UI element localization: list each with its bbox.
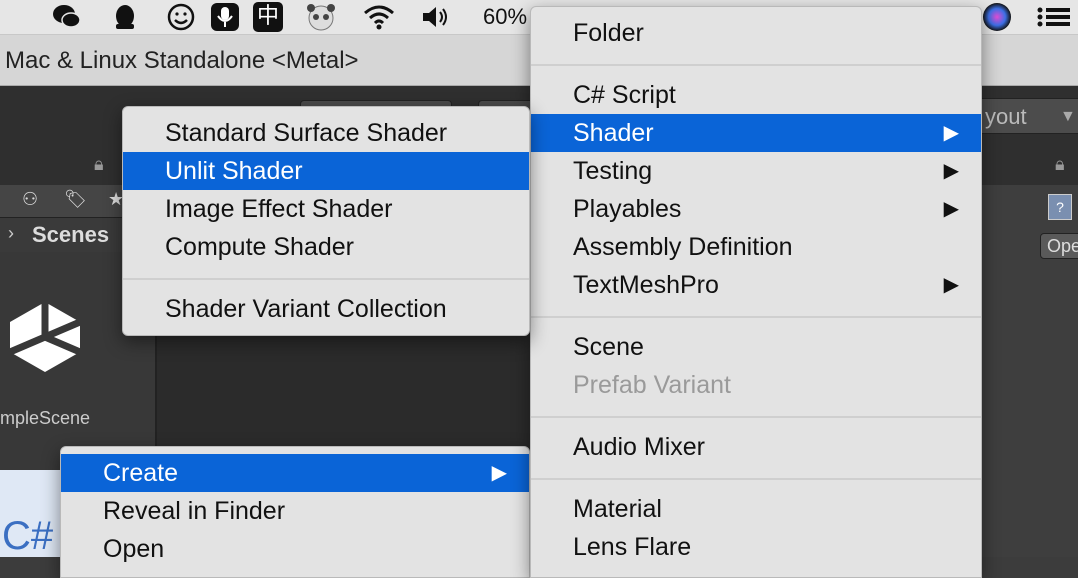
menu-item-shader-variant-collection[interactable]: Shader Variant Collection [123,290,529,328]
menu-item-open[interactable]: Open [61,530,529,568]
menu-item-label: Prefab Variant [573,371,731,399]
volume-icon[interactable] [420,2,450,32]
control-center-icon[interactable] [1036,2,1072,32]
open-button[interactable]: Ope [1040,233,1078,259]
menu-item-label: Testing [573,157,653,185]
help-icon[interactable]: ? [1048,194,1072,220]
submenu-arrow-icon: ▶ [491,462,507,484]
menu-separator [531,316,981,318]
chevron-right-icon: › [8,223,14,243]
menu-item-label: Create [103,459,179,487]
menu-item-audio-mixer[interactable]: Audio Mixer [531,428,981,466]
submenu-arrow-icon: ▶ [943,274,959,296]
battery-percentage: 60% [483,4,528,29]
menu-item-textmeshpro[interactable]: TextMeshPro ▶ [531,266,981,304]
microphone-icon[interactable] [210,2,240,32]
menu-item-shader[interactable]: Shader ▶ [531,114,981,152]
menu-item-prefab-variant: Prefab Variant [531,366,981,404]
submenu-arrow-icon: ▶ [943,198,959,220]
menu-separator [531,64,981,66]
project-context-menu: Create ▶ Reveal in Finder Open [60,446,530,578]
menu-item-label: Unlit Shader [165,157,303,185]
input-method-icon[interactable]: 中 [253,2,283,32]
menu-item-label: Assembly Definition [573,233,793,261]
menu-separator [123,278,529,280]
menu-item-label: Shader Variant Collection [165,295,447,323]
menu-item-reveal-in-finder[interactable]: Reveal in Finder [61,492,529,530]
scene-file-label[interactable]: mpleScene [0,408,90,429]
wechat-icon[interactable] [52,2,82,32]
menu-item-testing[interactable]: Testing ▶ [531,152,981,190]
menu-item-folder[interactable]: Folder [531,14,981,52]
tag-icon[interactable]: 🏷︎ [64,189,87,210]
lock-icon[interactable]: 🔒︎ [94,154,104,175]
menu-item-create[interactable]: Create ▶ [61,454,529,492]
menu-item-playables[interactable]: Playables ▶ [531,190,981,228]
menu-item-label: C# Script [573,81,676,109]
emoji-icon[interactable] [166,2,196,32]
menu-separator [531,416,981,418]
unity-scene-icon[interactable] [0,292,90,382]
menu-item-label: Playables [573,195,682,223]
menu-item-label: Material [573,495,662,523]
qq-icon[interactable] [110,2,140,32]
menu-item-label: Scene [573,333,644,361]
menu-item-label: Lens Flare [573,533,692,561]
menu-item-scene[interactable]: Scene [531,328,981,366]
menu-item-lens-flare[interactable]: Lens Flare [531,528,981,566]
wifi-icon[interactable] [362,2,396,32]
menu-item-image-effect-shader[interactable]: Image Effect Shader [123,190,529,228]
menu-item-label: Audio Mixer [573,433,705,461]
menu-item-label: Folder [573,19,644,47]
menu-item-label: Shader [573,119,654,147]
menu-item-material[interactable]: Material [531,490,981,528]
chevron-down-icon: ▼ [1060,108,1076,125]
menu-item-csharp-script[interactable]: C# Script [531,76,981,114]
menu-item-label: Standard Surface Shader [165,119,448,147]
csharp-file-icon[interactable]: C# [0,470,62,558]
menu-item-assembly-definition[interactable]: Assembly Definition [531,228,981,266]
menu-item-label: TextMeshPro [573,271,719,299]
menu-item-label: Image Effect Shader [165,195,393,223]
siri-icon[interactable] [982,2,1012,32]
shader-submenu: Standard Surface Shader Unlit Shader Ima… [122,106,530,336]
submenu-arrow-icon: ▶ [943,160,959,182]
create-submenu: Folder C# Script Shader ▶ Testing ▶ Play… [530,6,982,578]
menu-separator [531,478,981,480]
layout-dropdown-label: yout [985,104,1027,129]
menu-item-unlit-shader[interactable]: Unlit Shader [123,152,529,190]
filter-by-type-icon[interactable]: ⚇ [22,189,38,210]
menu-item-label: Reveal in Finder [103,497,286,525]
breadcrumb-scenes[interactable]: Scenes [32,222,109,248]
submenu-arrow-icon: ▶ [943,122,959,144]
menu-item-standard-surface-shader[interactable]: Standard Surface Shader [123,114,529,152]
panda-icon[interactable] [303,2,339,32]
window-title: Mac & Linux Standalone <Metal> [5,47,359,74]
menu-item-label: Open [103,535,165,563]
menu-item-compute-shader[interactable]: Compute Shader [123,228,529,266]
file-type-label: C# [2,514,54,558]
lock-icon[interactable]: 🔒︎ [1055,154,1065,175]
menu-item-label: Compute Shader [165,233,355,261]
